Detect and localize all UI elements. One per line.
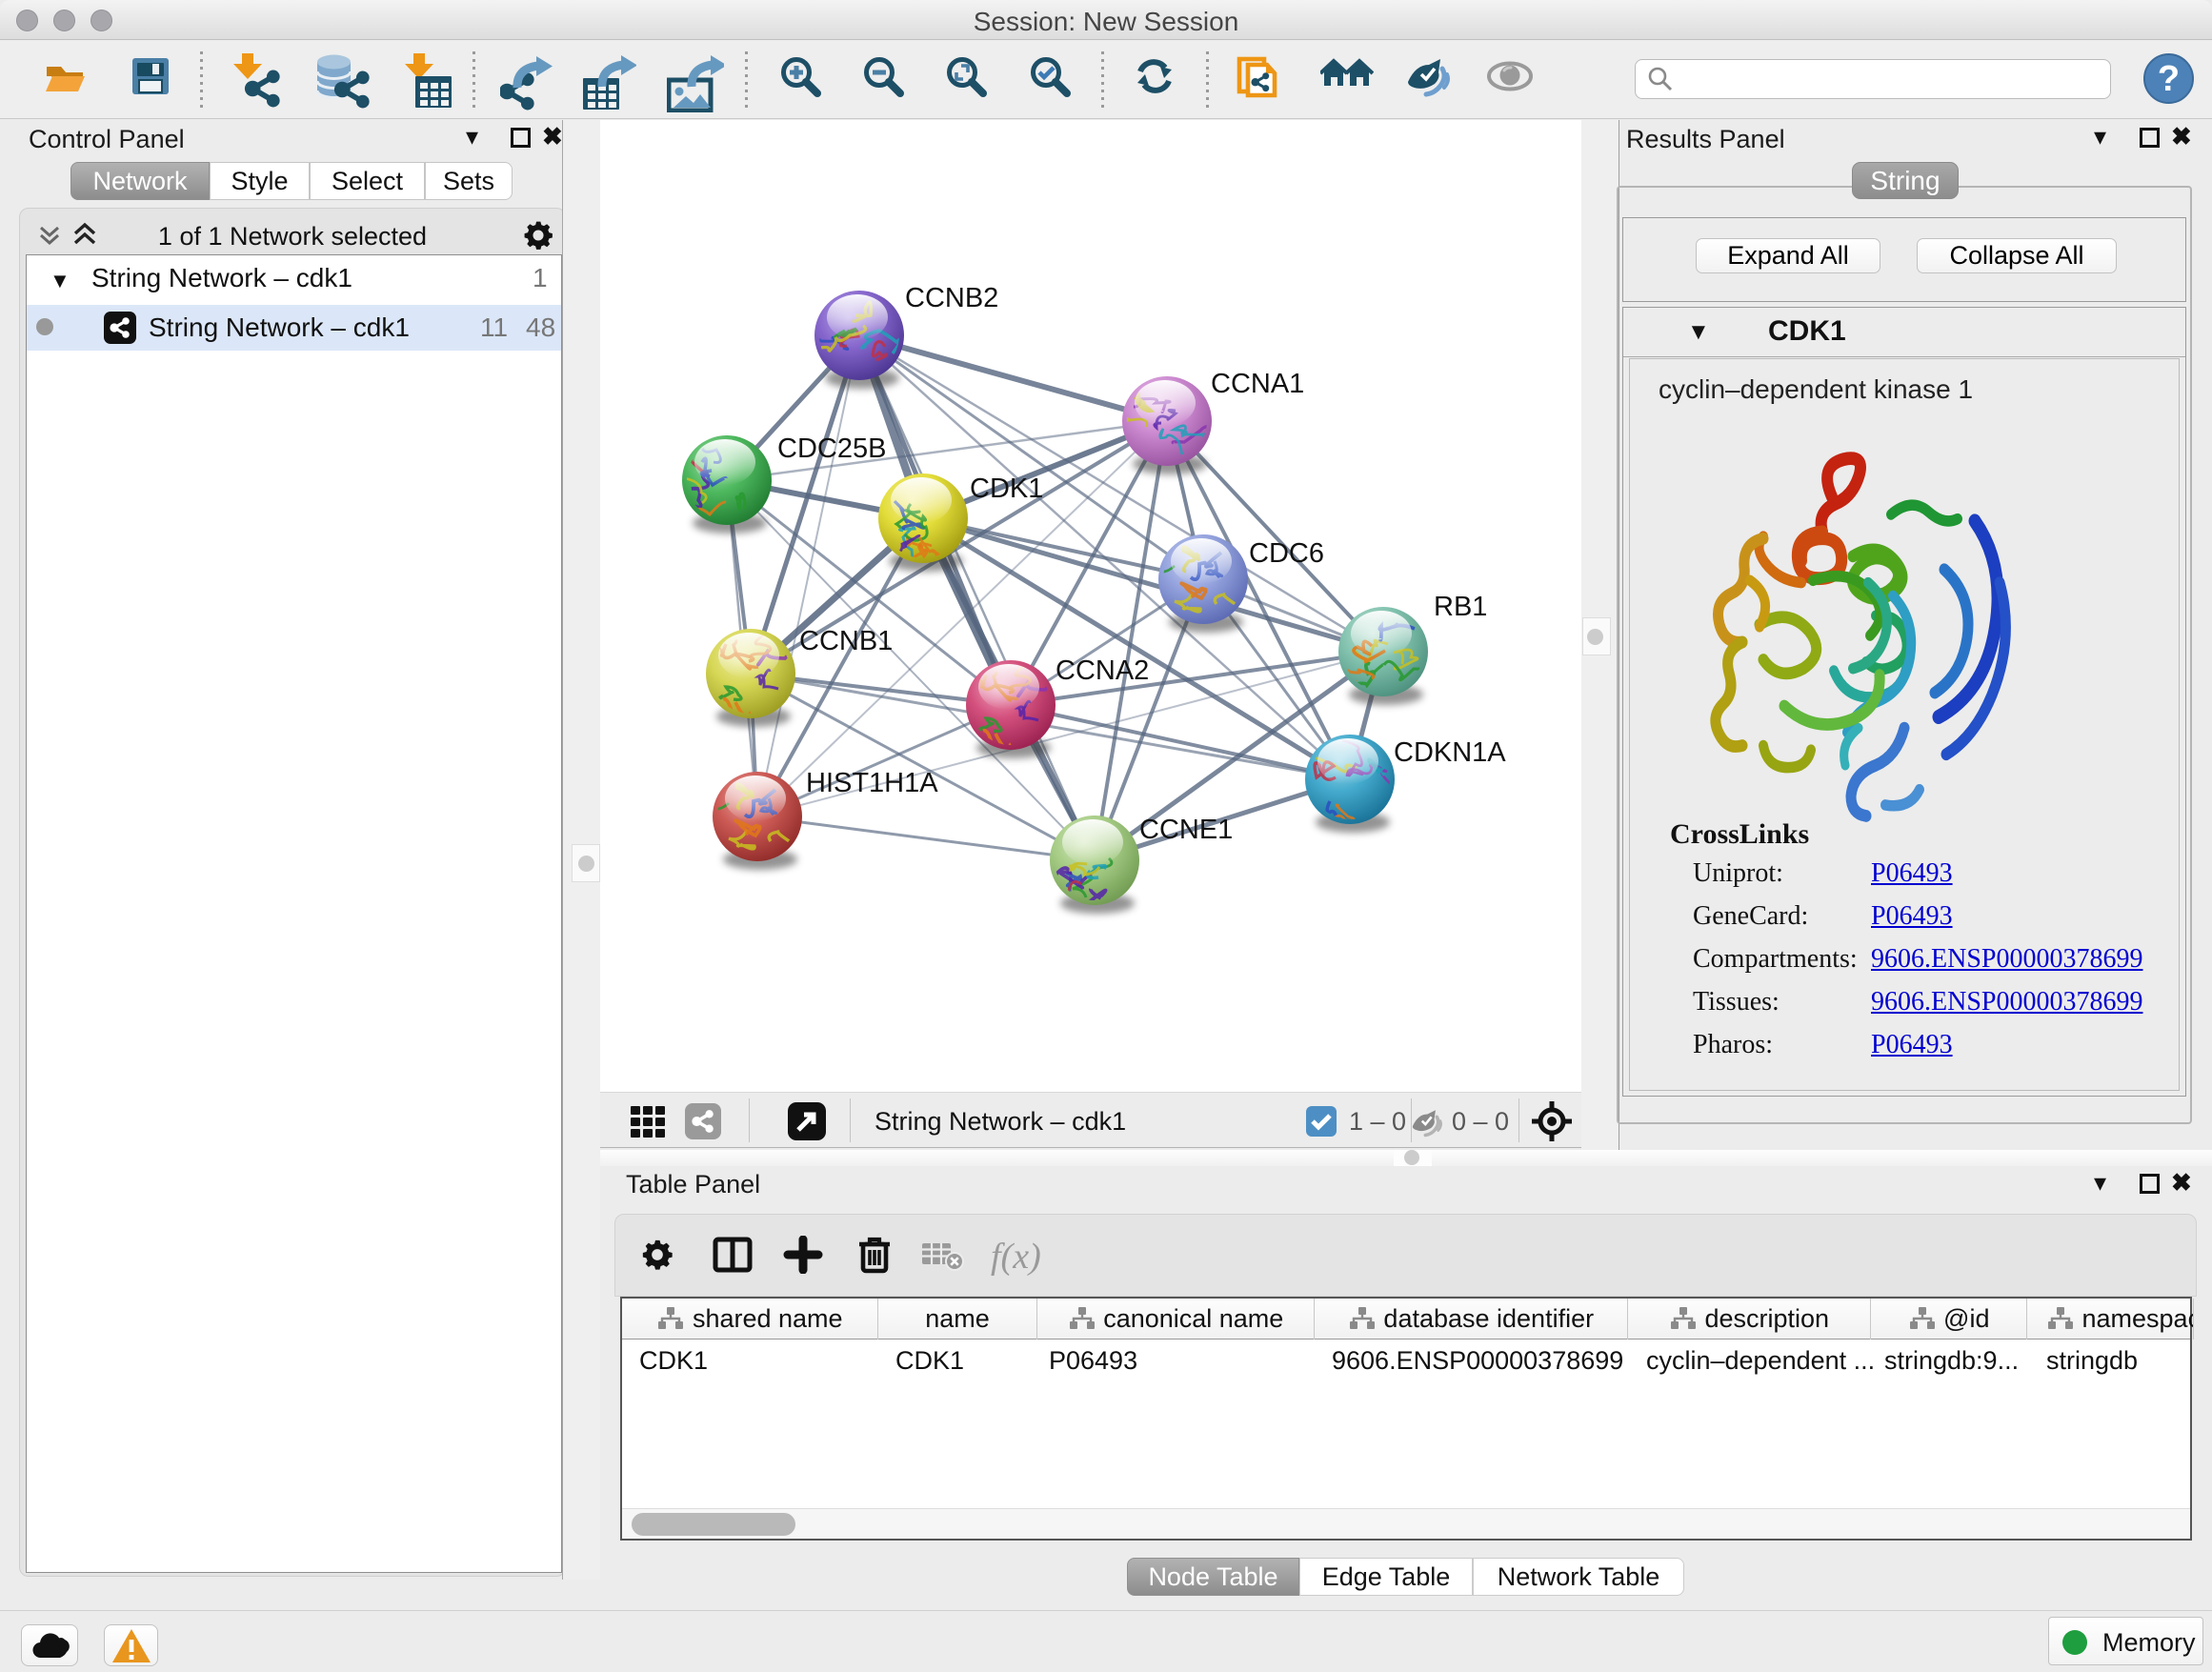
svg-text:CDC6: CDC6 [1249,538,1324,569]
svg-text:CDC25B: CDC25B [777,433,886,464]
svg-text:CCNA1: CCNA1 [1211,369,1304,399]
svg-text:HIST1H1A: HIST1H1A [806,768,938,798]
svg-text:CDK1: CDK1 [970,473,1043,504]
svg-text:CCNB1: CCNB1 [799,626,893,656]
svg-text:CCNA2: CCNA2 [1056,655,1149,686]
svg-text:CDKN1A: CDKN1A [1394,737,1506,768]
svg-text:RB1: RB1 [1434,592,1487,622]
svg-text:CCNE1: CCNE1 [1139,815,1233,845]
svg-text:CCNB2: CCNB2 [905,283,998,313]
